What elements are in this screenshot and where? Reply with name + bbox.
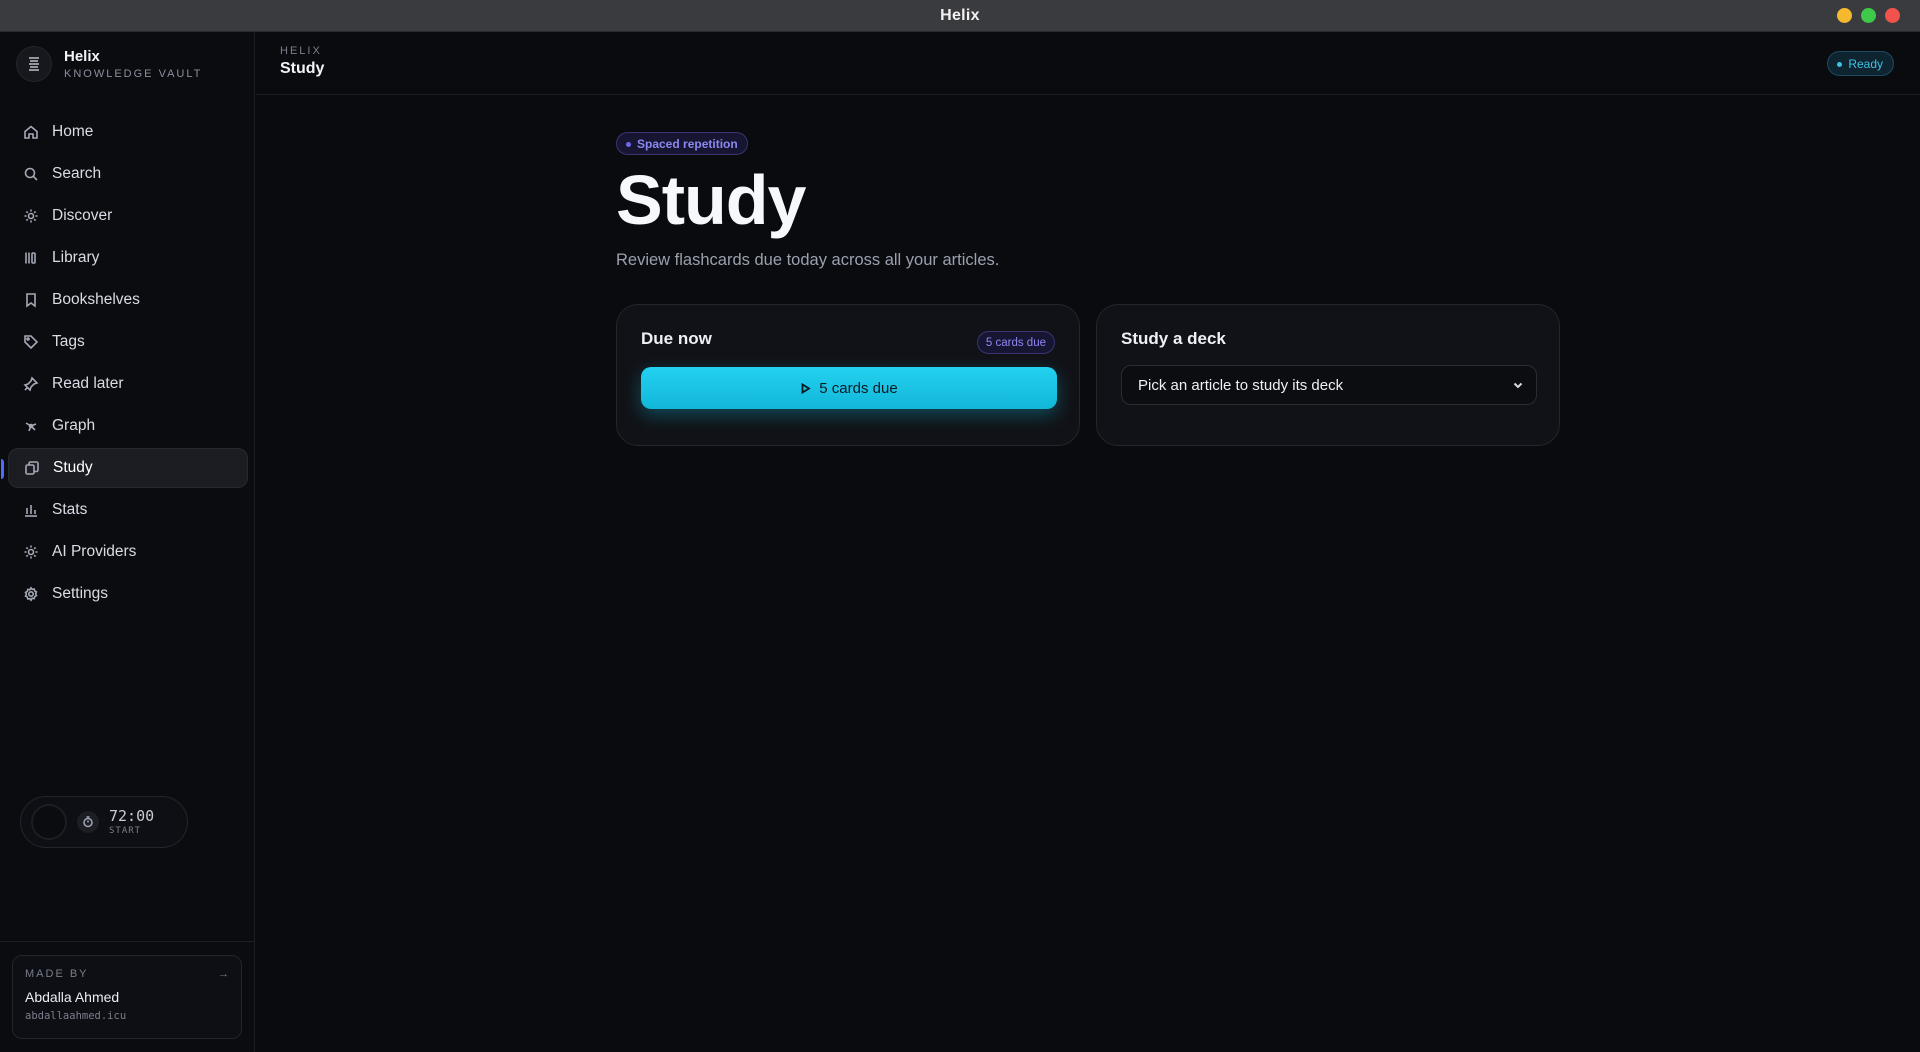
sidebar-item-graph[interactable]: Graph <box>8 406 248 446</box>
breadcrumb: HELIX <box>280 45 322 57</box>
study-deck-title: Study a deck <box>1121 329 1226 348</box>
sidebar-item-tags[interactable]: Tags <box>8 322 248 362</box>
sidebar-item-stats[interactable]: Stats <box>8 490 248 530</box>
sidebar-item-label: Discover <box>52 207 113 224</box>
start-review-button[interactable]: 5 cards due <box>641 367 1057 409</box>
bookmark-icon <box>22 291 40 309</box>
arrow-right-icon: → <box>218 968 229 980</box>
timer-icon[interactable] <box>77 811 99 833</box>
timer-time: 72:00 <box>109 806 155 825</box>
sidebar-item-label: Settings <box>52 585 109 602</box>
sidebar-item-search[interactable]: Search <box>8 154 248 194</box>
sidebar-item-home[interactable]: Home <box>8 112 248 152</box>
play-icon <box>801 382 812 394</box>
deck-select-value: Pick an article to study its deck <box>1138 376 1344 394</box>
timer-start-label[interactable]: START <box>109 826 154 836</box>
spaced-repetition-tag: Spaced repetition <box>616 132 748 155</box>
bar-chart-icon <box>22 501 40 519</box>
start-review-label: 5 cards due <box>819 379 898 397</box>
window-controls <box>1837 8 1900 23</box>
page-title: Study <box>280 60 325 77</box>
sidebar-item-label: Bookshelves <box>52 291 140 308</box>
graph-icon <box>22 417 40 435</box>
sidebar-item-label: Read later <box>52 375 124 392</box>
sidebar-item-study[interactable]: Study <box>1 448 248 488</box>
cards-due-badge: 5 cards due <box>976 331 1055 354</box>
sidebar-item-read-later[interactable]: Read later <box>8 364 248 404</box>
chevron-down-icon <box>1513 382 1523 389</box>
cards-icon <box>23 459 41 477</box>
due-now-card: Due now 5 cards due 5 cards due <box>616 304 1080 446</box>
study-deck-card: Study a deck Pick an article to study it… <box>1096 304 1560 446</box>
page-header: HELIX Study Ready <box>256 32 1920 95</box>
sidebar-item-discover[interactable]: Discover <box>8 196 248 236</box>
search-icon <box>22 165 40 183</box>
hero-title: Study <box>616 161 806 239</box>
window-title: Helix <box>940 6 980 24</box>
made-by-label: MADE BY <box>25 968 89 980</box>
sidebar-item-label: Stats <box>52 501 88 518</box>
close-button[interactable] <box>1885 8 1900 23</box>
gear-icon <box>22 585 40 603</box>
brand[interactable]: Helix KNOWLEDGE VAULT <box>16 46 202 82</box>
pin-icon <box>22 375 40 393</box>
window-titlebar: Helix <box>0 0 1920 32</box>
sidebar-item-label: AI Providers <box>52 543 137 560</box>
timer-progress-ring <box>31 804 67 840</box>
brand-subtitle: KNOWLEDGE VAULT <box>64 68 203 80</box>
brand-name: Helix <box>64 48 100 65</box>
sidebar-item-label: Graph <box>52 417 96 434</box>
minimize-button[interactable] <box>1837 8 1852 23</box>
study-main: Spaced repetition Study Review flashcard… <box>616 132 1560 446</box>
made-by-card[interactable]: MADE BY → Abdalla Ahmed abdallaahmed.icu <box>12 955 242 1039</box>
focus-timer[interactable]: 72:00 START <box>20 796 188 848</box>
sidebar-item-bookshelves[interactable]: Bookshelves <box>8 280 248 320</box>
sidebar-item-label: Search <box>52 165 102 182</box>
sidebar-item-label: Home <box>52 123 94 140</box>
sidebar-item-label: Study <box>53 459 93 476</box>
status-badge: Ready <box>1827 51 1894 76</box>
author-url[interactable]: abdallaahmed.icu <box>25 1010 229 1022</box>
sparkle-icon <box>22 543 40 561</box>
tag-icon <box>22 333 40 351</box>
study-cards: Due now 5 cards due 5 cards due Study a … <box>616 304 1560 446</box>
deck-select[interactable]: Pick an article to study its deck <box>1121 365 1537 405</box>
library-icon <box>22 249 40 267</box>
hero-subtitle: Review flashcards due today across all y… <box>616 251 1000 269</box>
sidebar-item-label: Library <box>52 249 100 266</box>
home-icon <box>22 123 40 141</box>
maximize-button[interactable] <box>1861 8 1876 23</box>
sidebar-item-library[interactable]: Library <box>8 238 248 278</box>
sidebar-item-label: Tags <box>52 333 85 350</box>
sidebar-item-ai-providers[interactable]: AI Providers <box>8 532 248 572</box>
sparkle-icon <box>22 207 40 225</box>
sidebar-nav: Home Search Discover Library Bookshelves… <box>1 112 248 616</box>
sidebar: Helix KNOWLEDGE VAULT Home Search Discov… <box>0 32 255 1052</box>
sidebar-item-settings[interactable]: Settings <box>8 574 248 614</box>
sidebar-divider <box>0 941 255 942</box>
helix-logo-icon <box>16 46 52 82</box>
author-name: Abdalla Ahmed <box>25 989 120 1005</box>
